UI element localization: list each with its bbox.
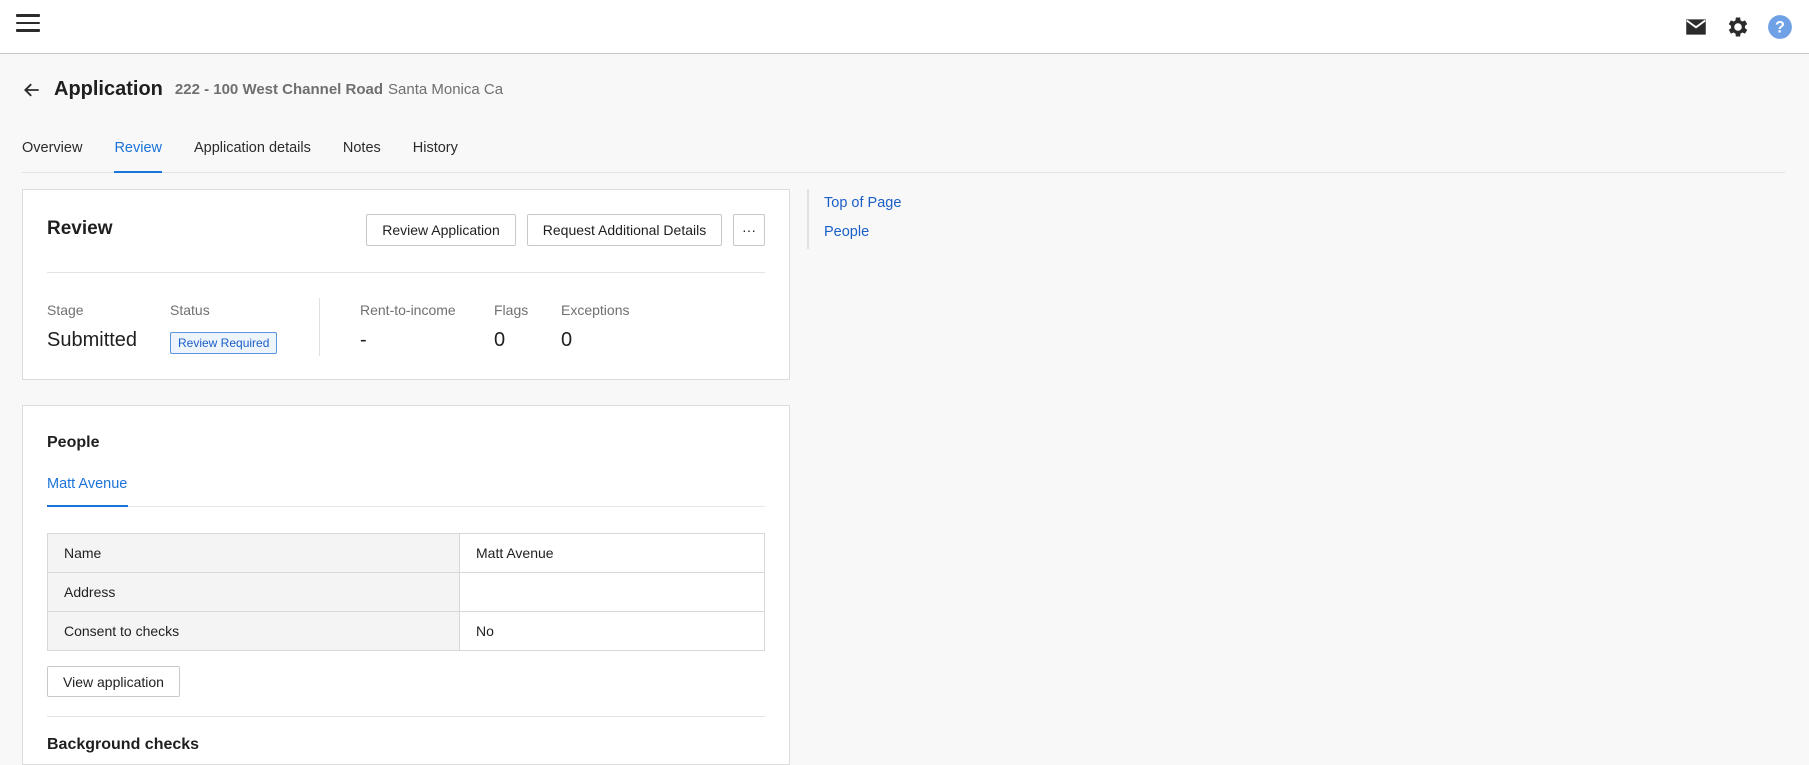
stage-value: Submitted (47, 329, 138, 351)
tab-notes[interactable]: Notes (343, 140, 381, 173)
svg-text:?: ? (1775, 18, 1785, 36)
person-tabs: Matt Avenue (47, 476, 765, 507)
table-row: Address (47, 572, 765, 612)
menu-icon[interactable] (16, 14, 40, 34)
rent-to-income-value: - (360, 329, 367, 351)
side-link-people[interactable]: People (824, 224, 901, 240)
status-badge: Review Required (170, 332, 278, 354)
row-key: Name (47, 533, 460, 573)
top-bar: ? (0, 0, 1809, 54)
row-key: Consent to checks (47, 611, 460, 651)
stats-separator (319, 298, 320, 356)
people-card: People Matt Avenue Name Matt Avenue Addr… (22, 405, 790, 765)
row-value (459, 572, 765, 612)
background-checks-title: Background checks (47, 736, 200, 753)
more-options-button[interactable]: ··· (733, 214, 765, 246)
exceptions-label: Exceptions (561, 302, 630, 318)
tab-overview[interactable]: Overview (22, 140, 82, 173)
help-icon[interactable]: ? (1767, 14, 1793, 40)
tab-application-details[interactable]: Application details (194, 140, 311, 173)
table-row: Name Matt Avenue (47, 533, 765, 573)
address-city: Santa Monica Ca (388, 81, 504, 98)
mail-icon[interactable] (1683, 14, 1709, 40)
exceptions-value: 0 (561, 329, 573, 351)
tab-history[interactable]: History (413, 140, 458, 173)
person-info-table: Name Matt Avenue Address Consent to chec… (47, 533, 765, 651)
person-tab-matt-avenue[interactable]: Matt Avenue (47, 476, 129, 507)
table-row: Consent to checks No (47, 611, 765, 651)
stage-label: Stage (47, 302, 84, 318)
side-link-top-of-page[interactable]: Top of Page (824, 195, 901, 211)
top-icons: ? (1683, 14, 1793, 40)
row-value: No (459, 611, 765, 651)
review-title: Review (47, 218, 113, 239)
main-tabs: Overview Review Application details Note… (22, 140, 1785, 173)
back-arrow-icon[interactable] (22, 80, 42, 100)
review-card: Review Review Application Request Additi… (22, 189, 790, 380)
gear-icon[interactable] (1725, 14, 1751, 40)
request-additional-details-button[interactable]: Request Additional Details (527, 214, 722, 246)
page-header: Application 222 - 100 West Channel Road … (22, 78, 503, 101)
view-application-button[interactable]: View application (47, 666, 180, 697)
tab-review[interactable]: Review (114, 140, 162, 173)
flags-label: Flags (494, 302, 529, 318)
people-title: People (47, 434, 100, 451)
review-divider (47, 272, 765, 273)
row-key: Address (47, 572, 460, 612)
page-title: Application (54, 78, 163, 100)
status-label: Status (170, 302, 210, 318)
side-nav: Top of Page People (807, 189, 901, 249)
people-divider (47, 716, 765, 717)
address-street: 222 - 100 West Channel Road (174, 81, 384, 98)
flags-value: 0 (494, 329, 506, 351)
rent-to-income-label: Rent-to-income (360, 302, 456, 318)
row-value: Matt Avenue (459, 533, 765, 573)
review-application-button[interactable]: Review Application (366, 214, 516, 246)
